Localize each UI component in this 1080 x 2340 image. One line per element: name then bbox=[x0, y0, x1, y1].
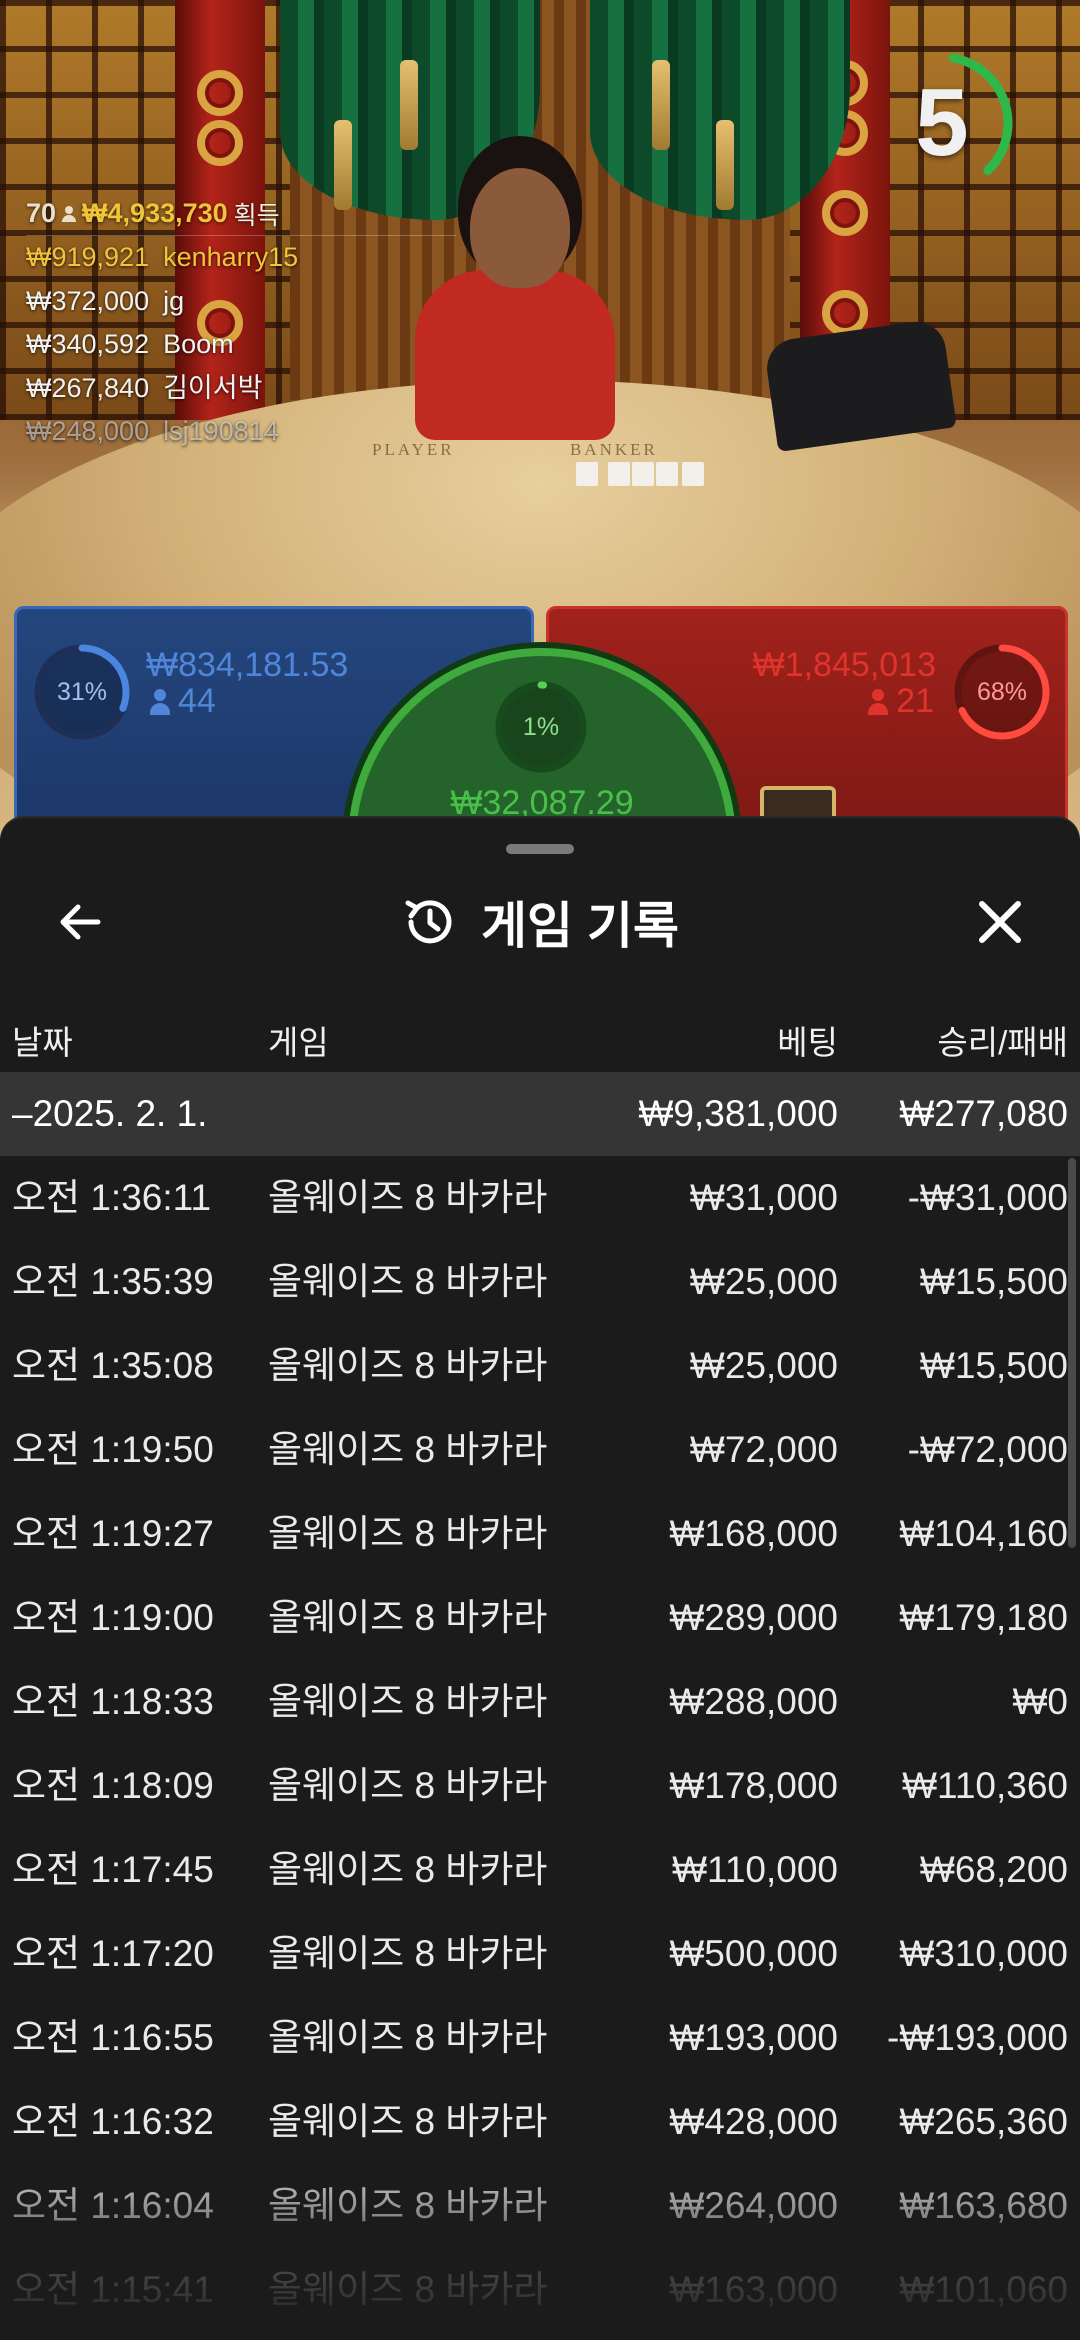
player-bet-amount: ₩834,181.53 bbox=[146, 646, 349, 684]
leaderboard-summary: 70 ₩4,933,730 획득 bbox=[26, 196, 456, 236]
tie-percent-ring: 1% bbox=[490, 676, 592, 778]
playing-card bbox=[608, 462, 630, 486]
page-title: 게임 기록 bbox=[481, 898, 679, 954]
list-scrollbar[interactable] bbox=[1068, 1158, 1076, 1548]
total-winnings: ₩4,933,730 bbox=[82, 198, 228, 228]
betting-countdown: 5 bbox=[872, 38, 1042, 208]
dealer-head bbox=[470, 168, 570, 288]
playing-card bbox=[656, 462, 678, 486]
sheet-drag-handle[interactable] bbox=[506, 844, 574, 854]
table-header: 날짜 게임 베팅 승리/패배 bbox=[0, 998, 1080, 1070]
table-row[interactable]: 오전 1:18:09 올웨이즈 8 바카라 ₩178,000 ₩110,360 bbox=[0, 1744, 1080, 1828]
column-header-date: 날짜 bbox=[12, 1024, 73, 1061]
person-icon bbox=[150, 688, 170, 715]
player-bettor-count: 44 bbox=[150, 682, 216, 721]
leaderboard-row: ₩919,921 kenharry15 bbox=[26, 242, 299, 272]
leaderboard-row: ₩340,592 Boom bbox=[26, 329, 234, 359]
playing-card bbox=[632, 462, 654, 486]
table-row[interactable]: 오전 1:19:00 올웨이즈 8 바카라 ₩289,000 ₩179,180 bbox=[0, 1576, 1080, 1660]
arrow-left-icon bbox=[60, 904, 101, 940]
countdown-seconds: 5 bbox=[915, 69, 969, 176]
leaderboard-row: ₩372,000 jg bbox=[26, 285, 185, 316]
table-row[interactable]: 오전 1:17:45 올웨이즈 8 바카라 ₩110,000 ₩68,200 bbox=[0, 1828, 1080, 1912]
table-row[interactable]: 오전 1:19:27 올웨이즈 8 바카라 ₩168,000 ₩104,160 bbox=[0, 1492, 1080, 1576]
table-row[interactable]: 오전 1:16:04 올웨이즈 8 바카라 ₩264,000 ₩163,680 bbox=[0, 2164, 1080, 2248]
playing-card bbox=[682, 462, 704, 486]
player-percent: 31% bbox=[56, 677, 108, 706]
column-header-game: 게임 bbox=[268, 1024, 329, 1061]
column-header-bet: 베팅 bbox=[777, 1024, 838, 1061]
leaderboard-row: ₩267,840 김이서박 bbox=[26, 372, 263, 403]
winner-count: 70 bbox=[26, 198, 57, 228]
tassel-icon bbox=[400, 60, 418, 150]
card-shoe bbox=[763, 318, 957, 452]
winners-leaderboard: 70 ₩4,933,730 획득 ₩919,921 kenharry15 ₩372… bbox=[26, 196, 456, 454]
person-icon bbox=[868, 688, 889, 715]
history-icon bbox=[405, 900, 452, 944]
table-row[interactable]: 오전 1:16:55 올웨이즈 8 바카라 ₩193,000 -₩193,000 bbox=[0, 1996, 1080, 2080]
table-row[interactable]: 오전 1:19:50 올웨이즈 8 바카라 ₩72,000 -₩72,000 bbox=[0, 1408, 1080, 1492]
summary-result: ₩277,080 bbox=[899, 1093, 1068, 1134]
banker-bettor-count: 21 bbox=[868, 682, 934, 721]
table-label-banker: BANKER bbox=[570, 440, 658, 459]
banker-bet-amount: ₩1,845,013 bbox=[752, 646, 936, 684]
banker-percent: 68% bbox=[976, 677, 1028, 706]
summary-date: –2025. 2. 1. bbox=[12, 1093, 208, 1134]
tassel-icon bbox=[716, 120, 734, 210]
back-button[interactable] bbox=[40, 882, 120, 962]
summary-bet: ₩9,381,000 bbox=[638, 1093, 838, 1134]
player-percent-ring: 31% bbox=[30, 640, 134, 744]
date-summary-row[interactable]: –2025. 2. 1. ₩9,381,000 ₩277,080 bbox=[0, 1072, 1080, 1156]
table-row[interactable]: 오전 1:18:33 올웨이즈 8 바카라 ₩288,000 ₩0 bbox=[0, 1660, 1080, 1744]
table-row[interactable]: 오전 1:35:08 올웨이즈 8 바카라 ₩25,000 ₩15,500 bbox=[0, 1324, 1080, 1408]
winnings-suffix: 획득 bbox=[233, 201, 280, 230]
playing-card bbox=[576, 462, 598, 486]
game-history-sheet: 게임 기록 날짜 게임 베팅 승리/패배 –2025. 2. 1. ₩9,381… bbox=[0, 818, 1080, 2340]
close-icon bbox=[979, 901, 1021, 943]
table-row[interactable]: 오전 1:36:11 올웨이즈 8 바카라 ₩31,000 -₩31,000 bbox=[0, 1156, 1080, 1240]
leaderboard-row: ₩248,000 lsj190814 bbox=[26, 416, 279, 446]
tassel-icon bbox=[652, 60, 670, 150]
table-row[interactable]: 오전 1:15:41 올웨이즈 8 바카라 ₩163,000 ₩101,060 bbox=[0, 2248, 1080, 2332]
sheet-header: 게임 기록 bbox=[0, 882, 1080, 962]
tie-percent: 1% bbox=[522, 712, 560, 741]
close-button[interactable] bbox=[960, 882, 1040, 962]
table-row[interactable]: 오전 1:16:32 올웨이즈 8 바카라 ₩428,000 ₩265,360 bbox=[0, 2080, 1080, 2164]
column-header-result: 승리/패배 bbox=[937, 1024, 1068, 1061]
table-row[interactable]: 오전 1:35:39 올웨이즈 8 바카라 ₩25,000 ₩15,500 bbox=[0, 1240, 1080, 1324]
person-icon bbox=[62, 205, 77, 222]
banker-percent-ring: 68% bbox=[950, 640, 1054, 744]
history-list: 오전 1:36:11 올웨이즈 8 바카라 ₩31,000 -₩31,000 오전 1… bbox=[0, 1156, 1080, 2332]
table-row[interactable]: 오전 1:17:20 올웨이즈 8 바카라 ₩500,000 ₩310,000 bbox=[0, 1912, 1080, 1996]
